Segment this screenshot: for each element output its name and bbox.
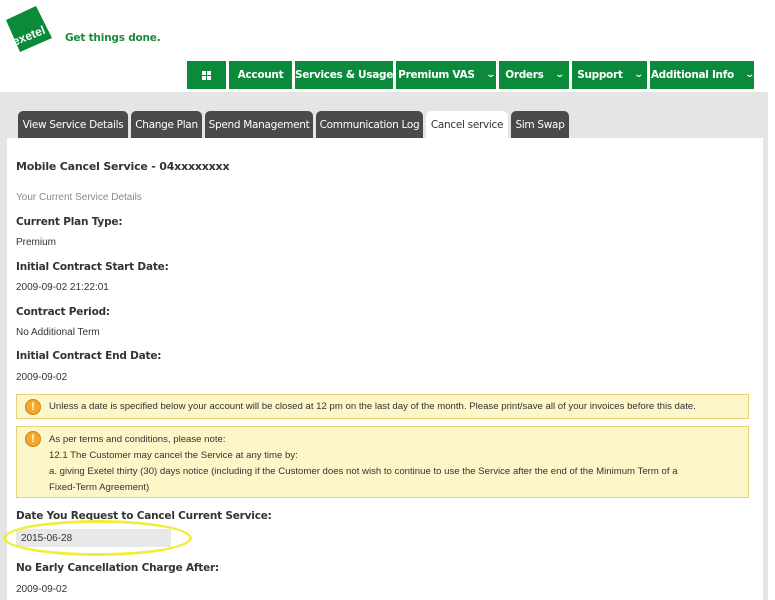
contract-start-value: 2009-09-02 21:22:01 bbox=[16, 282, 109, 293]
cancel-date-input[interactable] bbox=[16, 529, 171, 547]
tab-sim-swap[interactable]: Sim Swap bbox=[511, 111, 569, 138]
tab-spend-management[interactable]: Spend Management bbox=[205, 111, 313, 138]
terms-line: As per terms and conditions, please note… bbox=[49, 434, 226, 445]
exetel-logo[interactable]: exetel bbox=[2, 4, 54, 56]
page-title: Mobile Cancel Service - 04xxxxxxxx bbox=[16, 160, 230, 173]
tab-label: Cancel service bbox=[430, 119, 504, 131]
terms-notice: ! As per terms and conditions, please no… bbox=[16, 426, 749, 498]
nav-premium-vas[interactable]: Premium VAS ⌄ bbox=[396, 61, 496, 89]
chevron-down-icon: ⌄ bbox=[485, 70, 496, 80]
contract-period-value: No Additional Term bbox=[16, 327, 100, 338]
nav-home-grid-button[interactable] bbox=[187, 61, 226, 89]
nav-premium-vas-label: Premium VAS bbox=[398, 69, 475, 81]
top-nav: Account Services & Usage Premium VAS ⌄ Or… bbox=[187, 61, 755, 89]
grid-icon bbox=[202, 70, 211, 80]
warning-icon: ! bbox=[25, 431, 41, 447]
close-date-notice: ! Unless a date is specified below your … bbox=[16, 394, 749, 419]
terms-line: 12.1 The Customer may cancel the Service… bbox=[49, 450, 298, 461]
no-early-cancellation-label: No Early Cancellation Charge After: bbox=[16, 562, 220, 574]
nav-support-label: Support bbox=[577, 69, 623, 81]
nav-support[interactable]: Support ⌄ bbox=[572, 61, 647, 89]
nav-services-usage-label: Services & Usage bbox=[294, 69, 394, 81]
no-early-cancellation-value: 2009-09-02 bbox=[16, 584, 68, 595]
contract-period-label: Contract Period: bbox=[16, 306, 110, 318]
chevron-down-icon: ⌄ bbox=[554, 70, 565, 80]
tab-change-plan[interactable]: Change Plan bbox=[131, 111, 202, 138]
tab-label: Sim Swap bbox=[515, 118, 565, 131]
current-plan-type-value: Premium bbox=[16, 237, 57, 248]
notice-text: As per terms and conditions, please note… bbox=[49, 432, 678, 496]
contract-start-label: Initial Contract Start Date: bbox=[16, 261, 169, 273]
current-plan-type-label: Current Plan Type: bbox=[16, 216, 123, 228]
terms-line: Fixed-Term Agreement) bbox=[49, 482, 150, 493]
nav-account[interactable]: Account bbox=[229, 61, 292, 89]
tab-label: Change Plan bbox=[135, 118, 198, 131]
nav-account-label: Account bbox=[237, 69, 284, 81]
tab-label: Communication Log bbox=[319, 118, 420, 131]
cancel-date-label: Date You Request to Cancel Current Servi… bbox=[16, 510, 272, 522]
tab-cancel-service[interactable]: Cancel service bbox=[426, 111, 508, 139]
terms-line: a. giving Exetel thirty (30) days notice… bbox=[49, 466, 678, 477]
chevron-down-icon: ⌄ bbox=[744, 70, 755, 80]
warning-icon: ! bbox=[25, 399, 41, 415]
tagline: Get things done. bbox=[65, 32, 161, 44]
contract-end-label: Initial Contract End Date: bbox=[16, 350, 162, 362]
nav-services-usage[interactable]: Services & Usage bbox=[295, 61, 393, 89]
nav-orders[interactable]: Orders ⌄ bbox=[499, 61, 569, 89]
tab-label: View Service Details bbox=[22, 118, 124, 131]
tab-view-service-details[interactable]: View Service Details bbox=[18, 111, 128, 138]
tab-label: Spend Management bbox=[208, 118, 310, 131]
nav-orders-label: Orders bbox=[505, 69, 544, 81]
service-tabs: View Service Details Change Plan Spend M… bbox=[18, 111, 569, 139]
nav-additional-info[interactable]: Additional Info ⌄ bbox=[650, 61, 755, 89]
chevron-down-icon: ⌄ bbox=[633, 70, 644, 80]
nav-additional-info-label: Additional Info bbox=[650, 69, 734, 81]
section-subheading: Your Current Service Details bbox=[16, 192, 142, 203]
notice-text: Unless a date is specified below your ac… bbox=[49, 401, 696, 412]
tab-communication-log[interactable]: Communication Log bbox=[316, 111, 423, 138]
contract-end-value: 2009-09-02 bbox=[16, 372, 68, 383]
